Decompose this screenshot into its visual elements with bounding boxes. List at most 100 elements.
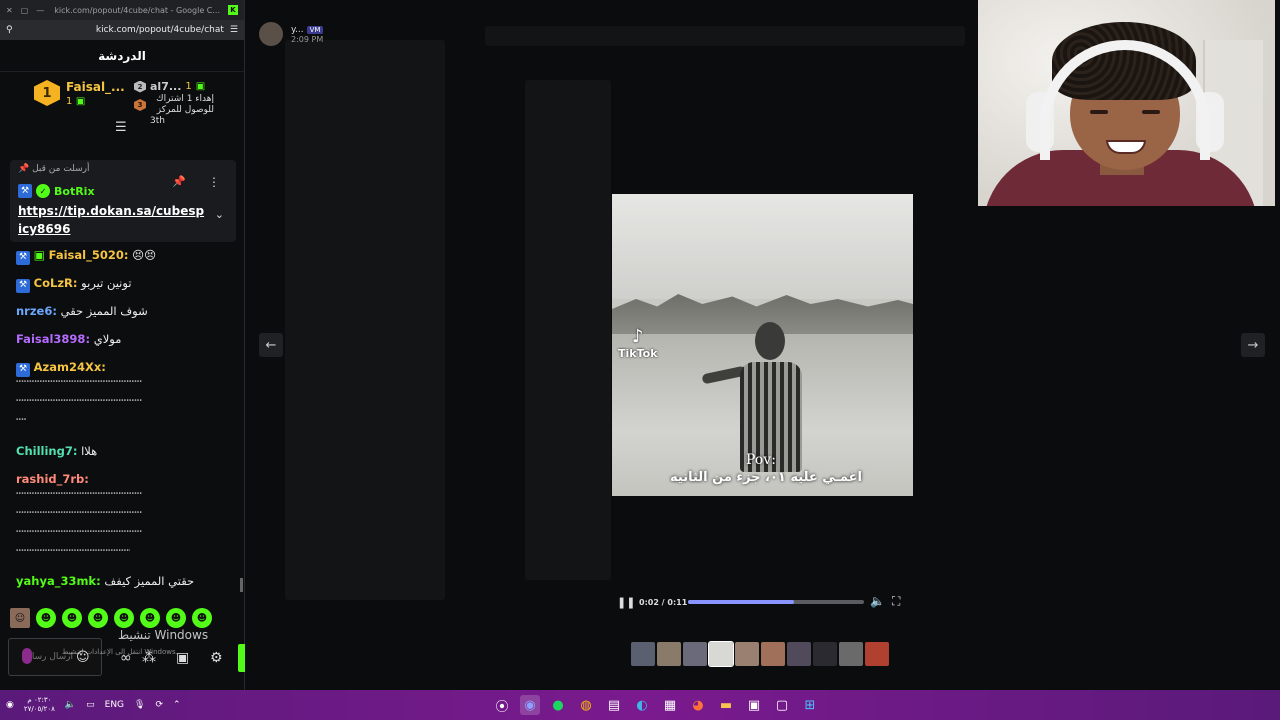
video-progress-bar[interactable] [688, 600, 864, 604]
site-info-icon[interactable]: ⚲ [6, 25, 13, 35]
video-time: 0:02 / 0:11 [639, 597, 688, 607]
bronze-medal-icon: 3 [134, 99, 146, 111]
gift-icon: ▣ [75, 96, 86, 107]
leaderboard-second[interactable]: 2 al7... 1 ▣ [134, 80, 214, 93]
media-thumbnail[interactable] [813, 642, 837, 666]
chat-message[interactable]: rashid_7rb: ٴٴٴٴٴٴٴٴٴٴٴٴٴٴٴٴٴٴٴٴٴٴٴٴٴٴٴٴ… [16, 470, 230, 565]
chat-scrollbar[interactable] [240, 578, 243, 592]
media-thumbnail[interactable] [735, 642, 759, 666]
media-thumbnail[interactable] [631, 642, 655, 666]
pause-icon[interactable]: ❚❚ [617, 596, 635, 609]
chat-spam-line: ٴٴٴٴٴٴٴٴٴٴٴٴٴٴٴٴٴٴٴٴٴٴٴٴٴٴٴٴٴٴٴٴٴٴٴٴٴٴٴٴ… [16, 381, 143, 391]
chat-message[interactable]: ⚒ ▣ Faisal_5020: 😣😣 [16, 246, 230, 265]
chat-username[interactable]: Azam24Xx: [34, 360, 106, 374]
discord-icon[interactable]: ◉ [520, 695, 540, 715]
chat-message[interactable]: Chilling7: هلاا [16, 442, 230, 461]
emote-kick-icon[interactable]: ☻ [192, 608, 212, 628]
webcam-overlay [978, 0, 1275, 206]
emote-kick-icon[interactable]: ☻ [114, 608, 134, 628]
media-editor-icon[interactable]: ▦ [660, 695, 680, 715]
chat-message[interactable]: Faisal3898: مولاي [16, 330, 230, 349]
next-arrow-icon[interactable]: → [1241, 333, 1265, 357]
media-thumbnail[interactable] [865, 642, 889, 666]
sync-icon[interactable]: ⟳ [155, 700, 163, 710]
leaderboard-first[interactable]: 1 Faisal_... 1 ▣ [34, 80, 125, 107]
media-thumbnail[interactable] [839, 642, 863, 666]
chat-app-icon[interactable]: ▤ [604, 695, 624, 715]
media-thumbnail[interactable] [787, 642, 811, 666]
poster-name[interactable]: y... [291, 25, 304, 35]
speaker-icon[interactable]: 🔈 [65, 700, 76, 710]
pin-icon[interactable]: 📌 [172, 175, 186, 188]
photos-icon[interactable]: ▣ [744, 695, 764, 715]
more-options-icon[interactable]: ⋮ [208, 175, 220, 189]
video-caption-bottom: اغمـي عليه ٠١، جزء من الثانيه [670, 470, 862, 485]
tune-icon[interactable]: ☰ [230, 25, 238, 35]
clock-time: ٠٢:٣٠ م [27, 696, 52, 704]
fullscreen-icon[interactable]: ⛶ [892, 594, 900, 609]
chat-message[interactable]: yahya_33mk: حقتي المميز كيفف [16, 572, 230, 591]
media-thumbnail[interactable] [657, 642, 681, 666]
task-view-icon[interactable]: ▢ [772, 695, 792, 715]
chat-message[interactable]: ⚒ CoLzR: تونين تيربو [16, 274, 230, 293]
edge-icon[interactable]: ◐ [632, 695, 652, 715]
windows-start-icon[interactable]: ⊞ [800, 695, 820, 715]
poster-avatar[interactable] [259, 22, 283, 46]
silver-medal-icon: 2 [134, 80, 146, 93]
chat-username[interactable]: Faisal3898: [16, 332, 90, 346]
emote-kick-icon[interactable]: ☻ [166, 608, 186, 628]
close-window-icon[interactable]: ✕ [6, 6, 13, 15]
gift-button-icon[interactable]: ▣ [176, 650, 189, 666]
background-thumbnail-column [525, 80, 611, 580]
obs-icon[interactable]: ⦿ [492, 695, 512, 715]
verified-badge-icon: ✓ [36, 184, 50, 198]
previous-arrow-icon[interactable]: ← [259, 333, 283, 357]
collapse-leaderboard-icon[interactable]: ☰ [115, 120, 127, 135]
chat-username[interactable]: nrze6: [16, 304, 57, 318]
media-thumbnail[interactable] [683, 642, 707, 666]
notification-icon[interactable]: ◉ [6, 700, 14, 710]
infinity-icon[interactable]: ∞ [120, 650, 132, 666]
chat-username[interactable]: Chilling7: [16, 444, 77, 458]
pinned-user[interactable]: ⚒ ✓ BotRix [18, 184, 95, 198]
mic-tray-icon[interactable]: 🎙 [134, 700, 145, 710]
emote-kick-icon[interactable]: ☻ [140, 608, 160, 628]
restore-window-icon[interactable]: ▢ [21, 6, 29, 15]
language-indicator[interactable]: ENG [105, 700, 124, 710]
spotify-icon[interactable]: ● [548, 695, 568, 715]
emote-kick-icon[interactable]: ☻ [88, 608, 108, 628]
media-thumbnail-active[interactable] [708, 641, 734, 667]
network-icon[interactable]: ▭ [86, 700, 95, 710]
video-frame[interactable]: ♪ TikTok Pov: اغمـي عليه ٠١، جزء من الثان… [612, 194, 913, 496]
firefox-icon[interactable]: ◕ [688, 695, 708, 715]
media-thumbnail[interactable] [761, 642, 785, 666]
settings-gear-icon[interactable]: ⚙ [210, 650, 223, 666]
mic-icon[interactable] [22, 648, 32, 664]
quick-emotes: ☺ ☻ ☻ ☻ ☻ ☻ ☻ ☻ [10, 608, 212, 628]
pinned-link[interactable]: https://tip.dokan.sa/cubespicy8696 [18, 202, 208, 238]
dots-icon[interactable]: ⁂ [142, 650, 156, 666]
file-explorer-icon[interactable]: ▬ [716, 695, 736, 715]
chat-username[interactable]: yahya_33mk: [16, 574, 101, 588]
address-bar[interactable]: ⚲ kick.com/popout/4cube/chat ☰ [0, 20, 244, 40]
chat-message[interactable]: nrze6: شوف المميز حقي [16, 302, 230, 321]
minimize-window-icon[interactable]: — [36, 6, 44, 15]
video-progress-fill [688, 600, 794, 604]
chat-text: حقتي المميز كيفف [104, 574, 195, 588]
chat-username[interactable]: CoLzR: [34, 276, 78, 290]
moderator-badge-icon: ⚒ [16, 362, 30, 377]
chrome-icon[interactable]: ◍ [576, 695, 596, 715]
leaderboard-third[interactable]: 3 إهداء 1 اشتراك للوصول للمركز [134, 94, 214, 116]
emote-kick-icon[interactable]: ☻ [36, 608, 56, 628]
emoji-picker-icon[interactable]: ☺ [76, 650, 90, 665]
leaderboard-second-count: 1 [185, 81, 192, 92]
emote-kick-icon[interactable]: ☻ [62, 608, 82, 628]
chevron-down-icon[interactable]: ⌄ [215, 208, 224, 221]
taskbar-clock[interactable]: ٠٢:٣٠ م ٢٧/٠٥/٢٠٨ [24, 696, 55, 714]
chevron-up-icon[interactable]: ⌃ [173, 700, 181, 710]
chat-message[interactable]: ⚒ Azam24Xx: ٴٴٴٴٴٴٴٴٴٴٴٴٴٴٴٴٴٴٴٴٴٴٴٴٴٴٴٴ… [16, 358, 230, 434]
volume-icon[interactable]: 🔈 [870, 594, 885, 608]
emote-face-icon[interactable]: ☺ [10, 608, 30, 628]
chat-username[interactable]: Faisal_5020: [49, 248, 129, 262]
chat-username[interactable]: rashid_7rb: [16, 472, 89, 486]
